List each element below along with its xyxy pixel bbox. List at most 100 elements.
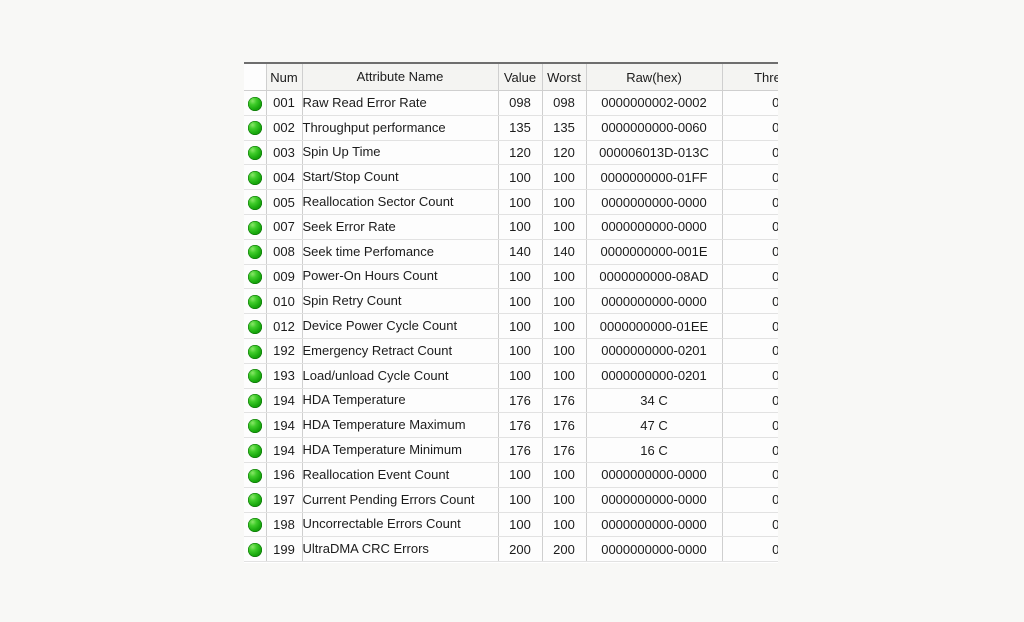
status-led-icon	[247, 220, 262, 235]
table-row[interactable]: 198 Uncorrectable Errors Count 100 100 00000…	[244, 512, 778, 538]
cell-num: 009	[266, 264, 303, 290]
column-header-threshold[interactable]: Threshold	[722, 63, 778, 91]
cell-value: 176	[498, 412, 543, 439]
cell-raw-hex: 0000000000-0000	[586, 288, 723, 315]
table-row[interactable]: 009 Power-On Hours Count 100 100 0000000000-…	[244, 264, 778, 290]
cell-threshold: 000	[722, 487, 778, 513]
cell-threshold: 000	[722, 363, 778, 389]
table-row[interactable]: 005 Reallocation Sector Count 100 100 000000…	[244, 189, 778, 215]
table-row[interactable]: 010 Spin Retry Count 100 100 0000000000-0000…	[244, 288, 778, 315]
table-row[interactable]: 001 Raw Read Error Rate 098 098 0000000002-0…	[244, 90, 778, 116]
cell-worst: 100	[542, 487, 587, 513]
cell-attribute-name: Seek time Perfomance	[302, 239, 499, 265]
cell-threshold: 000	[722, 512, 778, 538]
cell-num: 003	[266, 140, 303, 166]
column-header-status[interactable]	[244, 63, 267, 91]
cell-attribute-name: Throughput performance	[302, 115, 499, 141]
row-status-cell	[244, 536, 267, 563]
table-row[interactable]: 194HDA Temperature Maximum17617647 C000	[244, 412, 778, 439]
cell-value: 100	[498, 189, 543, 215]
cell-value: 098	[498, 90, 543, 116]
table-row[interactable]: 193 Load/unload Cycle Count 100 100 00000000…	[244, 363, 778, 389]
cell-num: 012	[266, 313, 303, 339]
cell-worst: 100	[542, 264, 587, 290]
cell-attribute-name: Spin Retry Count	[302, 288, 499, 315]
table-row[interactable]: 002 Throughput performance 135 135 000000000…	[244, 115, 778, 141]
table-row[interactable]: 012 Device Power Cycle Count 100 100 0000000…	[244, 313, 778, 339]
cell-worst: 100	[542, 288, 587, 315]
cell-value: 100	[498, 313, 543, 339]
cell-raw-hex: 0000000000-0000	[586, 189, 723, 215]
cell-attribute-name: HDA Temperature Maximum	[302, 412, 499, 439]
cell-threshold: 000	[722, 412, 778, 439]
cell-raw-hex: 34 C	[586, 388, 723, 414]
row-status-cell	[244, 313, 267, 339]
table-header-row: Num Attribute Name Value Worst Raw(hex) …	[244, 63, 778, 91]
cell-num: 001	[266, 90, 303, 116]
row-status-cell	[244, 412, 267, 439]
table-row[interactable]: 007 Seek Error Rate 100 100 0000000000-0000 0…	[244, 214, 778, 240]
cell-worst: 100	[542, 338, 587, 364]
table-row[interactable]: 004 Start/Stop Count 100 100 0000000000-01FF…	[244, 164, 778, 191]
column-header-num[interactable]: Num	[266, 63, 303, 91]
row-status-cell	[244, 437, 267, 463]
table-row[interactable]: 199 UltraDMA CRC Errors 200 200 0000000000-0…	[244, 536, 778, 563]
cell-attribute-name: HDA Temperature	[302, 388, 499, 414]
table-row[interactable]: 192 Emergency Retract Count 100 100 00000000…	[244, 338, 778, 364]
table-header: Num Attribute Name Value Worst Raw(hex) …	[244, 63, 778, 91]
cell-value: 120	[498, 140, 543, 166]
column-header-value[interactable]: Value	[498, 63, 543, 91]
cell-raw-hex: 0000000000-08AD	[586, 264, 723, 290]
table-row[interactable]: 194HDA Temperature Minimum17617616 C000	[244, 437, 778, 463]
cell-raw-hex: 0000000000-0000	[586, 214, 723, 240]
status-led-icon	[247, 443, 262, 458]
cell-worst: 176	[542, 437, 587, 463]
row-status-cell	[244, 140, 267, 166]
table-row[interactable]: 008 Seek time Perfomance 140 140 0000000000-…	[244, 239, 778, 265]
cell-value: 135	[498, 115, 543, 141]
cell-num: 004	[266, 164, 303, 191]
cell-raw-hex: 0000000000-0000	[586, 462, 723, 488]
row-status-cell	[244, 239, 267, 265]
cell-num: 007	[266, 214, 303, 240]
smart-attributes-table[interactable]: Num Attribute Name Value Worst Raw(hex) …	[244, 62, 778, 563]
cell-worst: 098	[542, 90, 587, 116]
cell-value: 100	[498, 214, 543, 240]
cell-attribute-name: Raw Read Error Rate	[302, 90, 499, 116]
column-header-worst[interactable]: Worst	[542, 63, 587, 91]
cell-attribute-name: Spin Up Time	[302, 140, 499, 166]
cell-worst: 100	[542, 363, 587, 389]
cell-num: 194	[266, 437, 303, 463]
cell-threshold: 020	[722, 239, 778, 265]
column-header-raw-hex[interactable]: Raw(hex)	[586, 63, 723, 91]
row-status-cell	[244, 363, 267, 389]
smart-attributes-panel[interactable]: Num Attribute Name Value Worst Raw(hex) …	[244, 62, 778, 563]
status-led-icon	[247, 195, 262, 210]
row-status-cell	[244, 288, 267, 315]
status-led-icon	[247, 493, 262, 508]
row-status-cell	[244, 90, 267, 116]
status-led-icon	[247, 344, 262, 359]
cell-worst: 140	[542, 239, 587, 265]
table-row[interactable]: 197 Current Pending Errors Count 100 100 000…	[244, 487, 778, 513]
cell-attribute-name: Reallocation Sector Count	[302, 189, 499, 215]
cell-attribute-name: Power-On Hours Count	[302, 264, 499, 290]
cell-attribute-name: Seek Error Rate	[302, 214, 499, 240]
status-led-icon	[247, 543, 262, 558]
status-led-icon	[247, 270, 262, 285]
cell-num: 194	[266, 412, 303, 439]
cell-raw-hex: 0000000000-0000	[586, 512, 723, 538]
table-row[interactable]: 196 Reallocation Event Count 100 100 0000000…	[244, 462, 778, 488]
column-header-attribute-name[interactable]: Attribute Name	[302, 63, 499, 91]
cell-value: 100	[498, 462, 543, 488]
cell-num: 194	[266, 388, 303, 414]
cell-worst: 135	[542, 115, 587, 141]
cell-value: 100	[498, 487, 543, 513]
row-status-cell	[244, 462, 267, 488]
cell-num: 197	[266, 487, 303, 513]
cell-threshold: 060	[722, 288, 778, 315]
table-row[interactable]: 003Spin Up Time120120000006013D-013C024	[244, 140, 778, 166]
cell-worst: 100	[542, 462, 587, 488]
cell-num: 192	[266, 338, 303, 364]
table-row[interactable]: 194HDA Temperature17617634 C000	[244, 388, 778, 414]
